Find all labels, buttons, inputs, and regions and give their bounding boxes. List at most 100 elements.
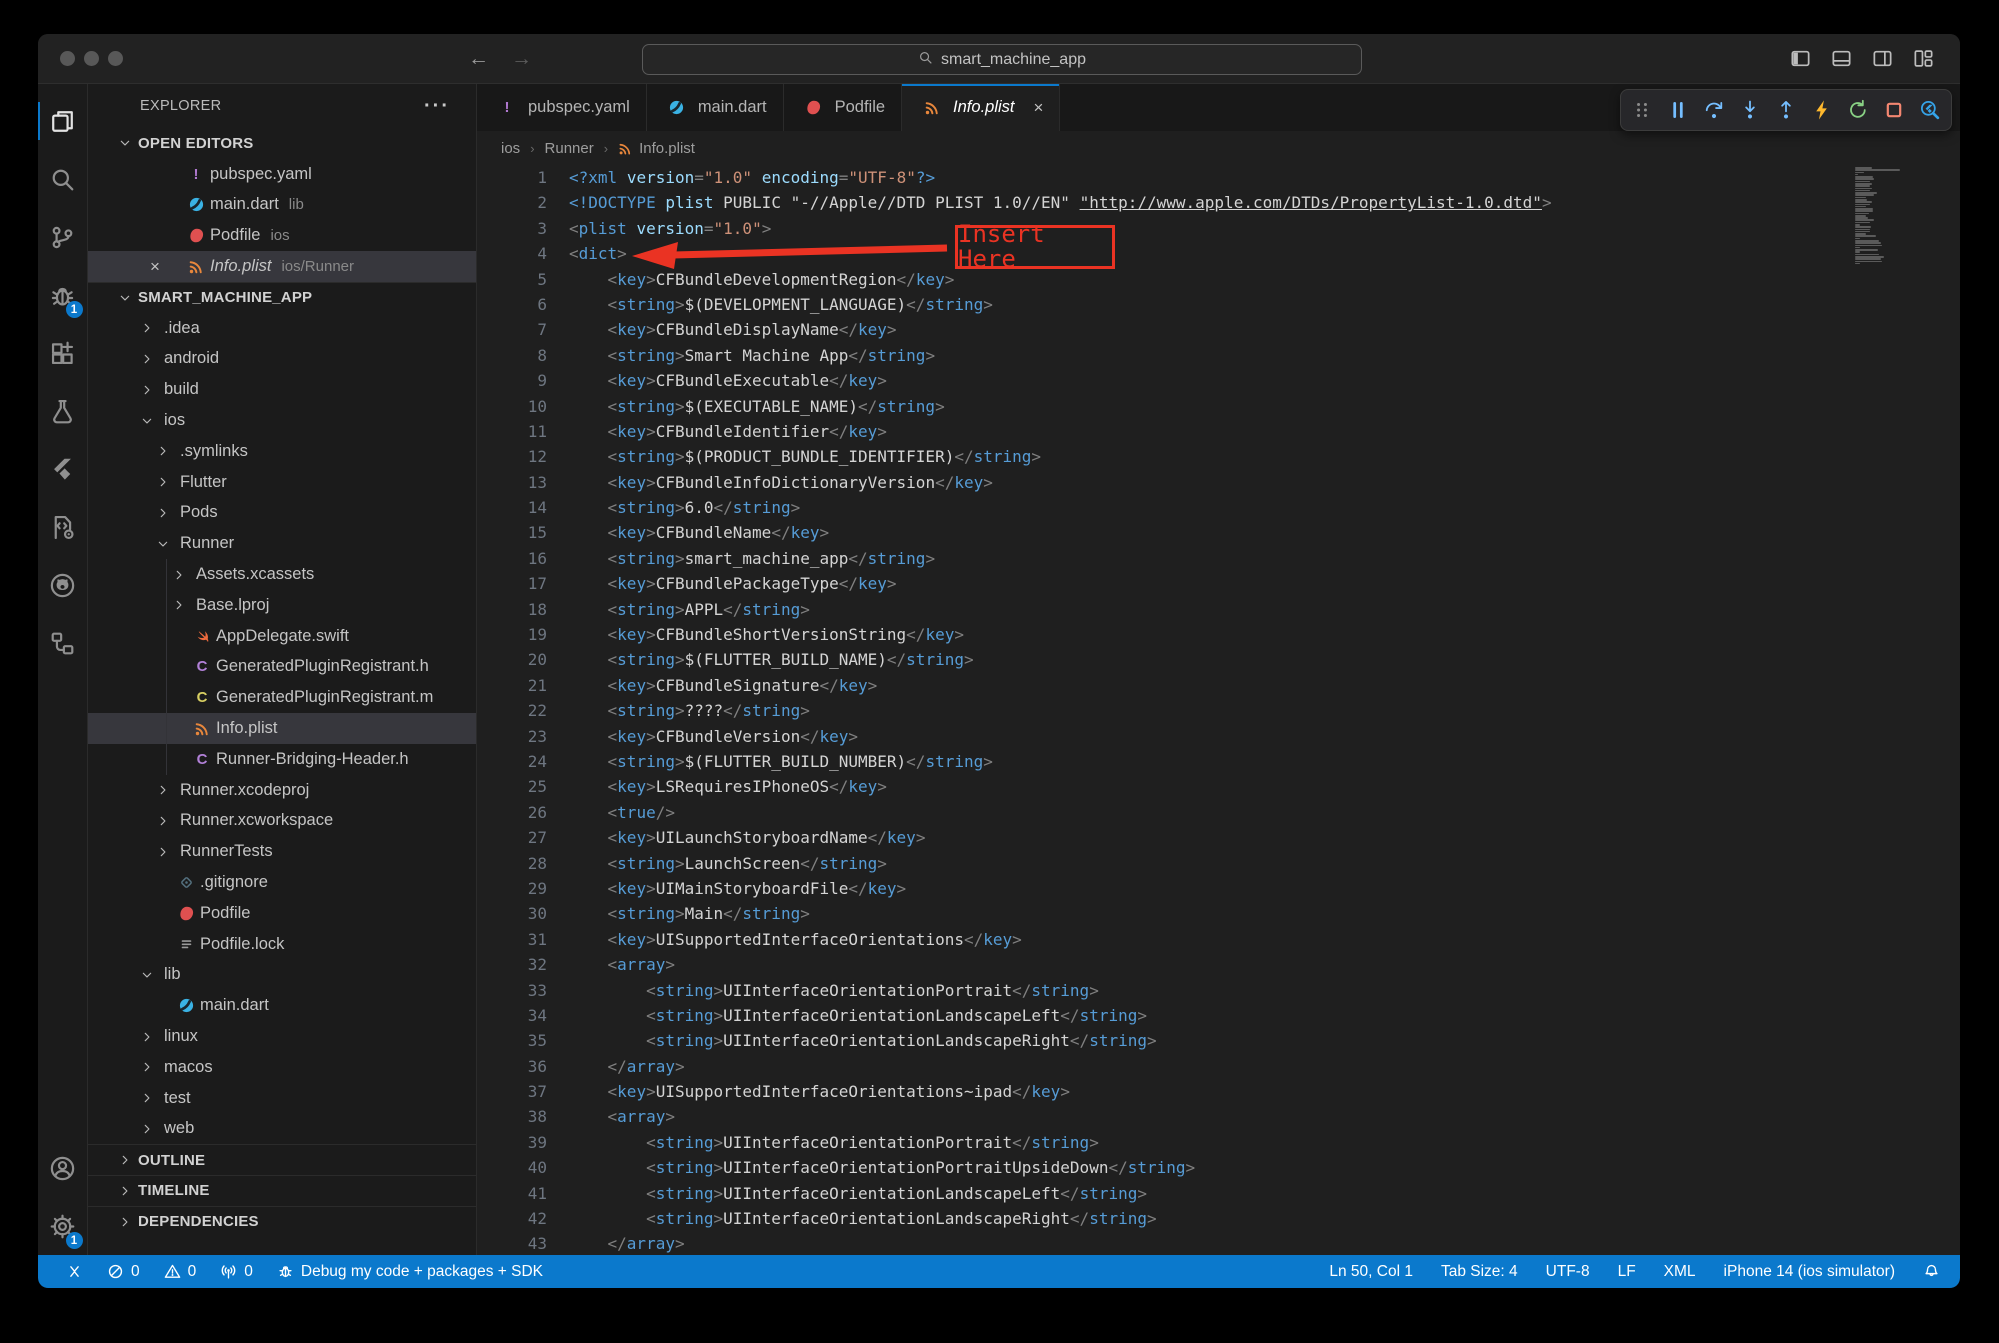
breadcrumb-Runner[interactable]: Runner [545,140,594,157]
code-line[interactable]: 22 <string>????</string> [477,698,1960,723]
code-line[interactable]: 1 <?xml version="1.0" encoding="UTF-8"?> [477,165,1960,190]
pause-button[interactable] [1663,95,1693,125]
tree-item-GeneratedPluginRegistrant.m[interactable]: C GeneratedPluginRegistrant.m [88,682,476,713]
code-line[interactable]: 32 <array> [477,952,1960,977]
tree-item-Runner[interactable]: Runner [88,528,476,559]
activity-flutter[interactable] [38,440,88,498]
code-line[interactable]: 7 <key>CFBundleDisplayName</key> [477,317,1960,342]
tab-size[interactable]: Tab Size: 4 [1441,1263,1518,1281]
toggle-panel-icon[interactable] [1831,48,1852,69]
encoding[interactable]: UTF-8 [1546,1263,1590,1281]
tree-item-.idea[interactable]: .idea [88,313,476,344]
activity-source-control[interactable] [38,208,88,266]
tree-item-.symlinks[interactable]: .symlinks [88,436,476,467]
tab-Podfile[interactable]: Podfile [784,84,902,131]
tree-item-android[interactable]: android [88,344,476,375]
more-actions-icon[interactable]: ··· [424,95,450,118]
code-line[interactable]: 8 <string>Smart Machine App</string> [477,343,1960,368]
code-line[interactable]: 11 <key>CFBundleIdentifier</key> [477,419,1960,444]
code-line[interactable]: 38 <array> [477,1104,1960,1129]
activity-accounts[interactable] [38,1139,88,1197]
tree-item-Base.lproj[interactable]: Base.lproj [88,590,476,621]
code-line[interactable]: 12 <string>$(PRODUCT_BUNDLE_IDENTIFIER)<… [477,444,1960,469]
open-editors-header[interactable]: OPEN EDITORS [88,128,476,159]
tree-item-lib[interactable]: lib [88,960,476,991]
code-line[interactable]: 24 <string>$(FLUTTER_BUILD_NUMBER)</stri… [477,749,1960,774]
tree-item-macos[interactable]: macos [88,1052,476,1083]
code-line[interactable]: 6 <string>$(DEVELOPMENT_LANGUAGE)</strin… [477,292,1960,317]
code-line[interactable]: 27 <key>UILaunchStoryboardName</key> [477,825,1960,850]
debug-session[interactable]: Debug my code + packages + SDK [277,1263,543,1281]
code-line[interactable]: 43 </array> [477,1231,1960,1255]
code-line[interactable]: 17 <key>CFBundlePackageType</key> [477,571,1960,596]
code-line[interactable]: 34 <string>UIInterfaceOrientationLandsca… [477,1003,1960,1028]
code-line[interactable]: 13 <key>CFBundleInfoDictionaryVersion</k… [477,470,1960,495]
tab-Info.plist[interactable]: Info.plist × [902,84,1060,131]
code-line[interactable]: 31 <key>UISupportedInterfaceOrientations… [477,927,1960,952]
code-line[interactable]: 21 <key>CFBundleSignature</key> [477,673,1960,698]
code-line[interactable]: 37 <key>UISupportedInterfaceOrientations… [477,1079,1960,1104]
open-editor-Podfile[interactable]: Podfile ios [88,220,476,251]
tree-item-Runner.xcodeproj[interactable]: Runner.xcodeproj [88,775,476,806]
command-center-search[interactable]: smart_machine_app [642,44,1362,75]
tree-item-Podfile[interactable]: Podfile [88,898,476,929]
remote-indicator[interactable] [66,1263,83,1280]
restart-button[interactable] [1843,95,1873,125]
ports-count[interactable]: 0 [220,1263,253,1281]
customize-layout-icon[interactable] [1913,48,1934,69]
maximize-window-icon[interactable] [108,51,123,66]
open-editor-main.dart[interactable]: main.dart lib [88,190,476,221]
step-into-button[interactable] [1735,95,1765,125]
panel-dependencies[interactable]: DEPENDENCIES [88,1206,476,1237]
code-line[interactable]: 40 <string>UIInterfaceOrientationPortrai… [477,1155,1960,1180]
open-editor-pubspec.yaml[interactable]: ! pubspec.yaml [88,159,476,190]
notifications-bell[interactable] [1923,1263,1940,1280]
code-line[interactable]: 23 <key>CFBundleVersion</key> [477,724,1960,749]
activity-run-and-debug[interactable]: 1 [38,266,88,324]
breadcrumb-Info.plist[interactable]: Info.plist [618,140,695,157]
code-line[interactable]: 41 <string>UIInterfaceOrientationLandsca… [477,1181,1960,1206]
toggle-secondary-sidebar-icon[interactable] [1872,48,1893,69]
tab-pubspec.yaml[interactable]: !pubspec.yaml [477,84,647,131]
activity-project-tools[interactable] [38,498,88,556]
errors-count[interactable]: 0 [107,1263,140,1281]
code-line[interactable]: 10 <string>$(EXECUTABLE_NAME)</string> [477,394,1960,419]
language-mode[interactable]: XML [1664,1263,1696,1281]
tab-main.dart[interactable]: main.dart [647,84,784,131]
drag-grip-icon[interactable] [1627,95,1657,125]
tree-item-GeneratedPluginRegistrant.h[interactable]: C GeneratedPluginRegistrant.h [88,652,476,683]
panel-outline[interactable]: OUTLINE [88,1144,476,1175]
tree-item-Podfile.lock[interactable]: Podfile.lock [88,929,476,960]
code-line[interactable]: 3 <plist version="1.0"> [477,216,1960,241]
tree-item-Flutter[interactable]: Flutter [88,467,476,498]
code-line[interactable]: 20 <string>$(FLUTTER_BUILD_NAME)</string… [477,647,1960,672]
tree-item-RunnerTests[interactable]: RunnerTests [88,836,476,867]
tree-item-ios[interactable]: ios [88,405,476,436]
open-devtools-button[interactable] [1915,95,1945,125]
tree-item-linux[interactable]: linux [88,1021,476,1052]
code-line[interactable]: 33 <string>UIInterfaceOrientationPortrai… [477,978,1960,1003]
close-icon[interactable]: × [1034,98,1044,118]
tree-item-Info.plist[interactable]: Info.plist [88,713,476,744]
tree-item-.gitignore[interactable]: .gitignore [88,867,476,898]
tree-item-test[interactable]: test [88,1083,476,1114]
stop-button[interactable] [1879,95,1909,125]
tree-item-web[interactable]: web [88,1114,476,1145]
step-out-button[interactable] [1771,95,1801,125]
code-line[interactable]: 30 <string>Main</string> [477,901,1960,926]
activity-testing[interactable] [38,382,88,440]
code-line[interactable]: 2 <!DOCTYPE plist PUBLIC "-//Apple//DTD … [477,190,1960,215]
close-window-icon[interactable] [60,51,75,66]
code-line[interactable]: 9 <key>CFBundleExecutable</key> [477,368,1960,393]
code-line[interactable]: 26 <true/> [477,800,1960,825]
activity-search[interactable] [38,150,88,208]
code-editor[interactable]: 1 <?xml version="1.0" encoding="UTF-8"?>… [477,165,1960,1255]
device-selector[interactable]: iPhone 14 (ios simulator) [1724,1263,1895,1281]
open-editor-Info.plist[interactable]: × Info.plist ios/Runner [88,251,476,282]
forward-icon[interactable]: → [511,47,532,71]
activity-settings[interactable]: 1 [38,1197,88,1255]
hot-reload-button[interactable] [1807,95,1837,125]
toggle-primary-sidebar-icon[interactable] [1790,48,1811,69]
activity-references[interactable] [38,614,88,672]
code-line[interactable]: 25 <key>LSRequiresIPhoneOS</key> [477,774,1960,799]
